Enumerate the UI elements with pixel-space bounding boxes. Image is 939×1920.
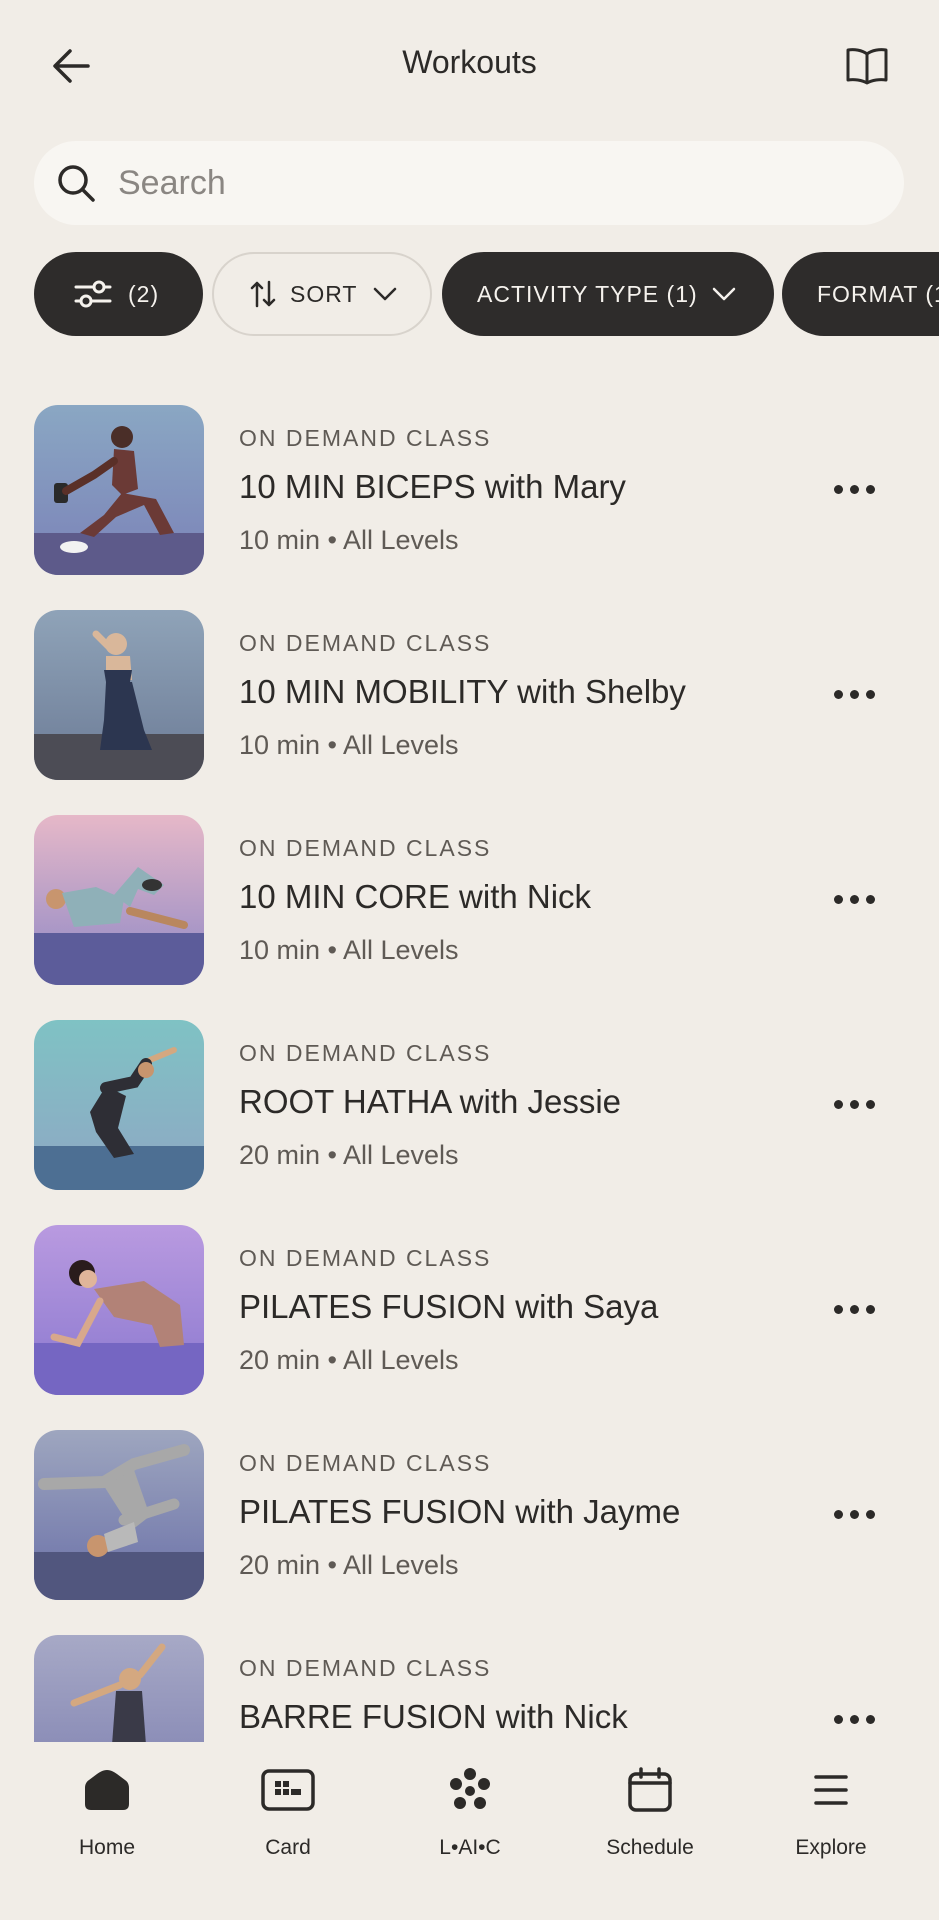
bottom-navigation: Home Card L•AI•C Schedule Explore (0, 1742, 939, 1920)
class-type: ON DEMAND CLASS (239, 1450, 492, 1476)
filter-chips: (2) SORT ACTIVITY TYPE (1) FORMAT (1) (34, 252, 939, 336)
class-type: ON DEMAND CLASS (239, 1040, 492, 1066)
class-type: ON DEMAND CLASS (239, 1245, 492, 1271)
card-icon (260, 1762, 316, 1818)
class-meta: 20 min • All Levels (239, 1140, 459, 1170)
class-thumbnail (34, 405, 204, 575)
nav-card[interactable]: Card (198, 1762, 378, 1882)
class-title: ROOT HATHA with Jessie (239, 1083, 622, 1120)
list-item[interactable]: ON DEMAND CLASS PILATES FUSION with Jaym… (0, 1410, 939, 1615)
page-title: Workouts (402, 44, 537, 80)
list-item[interactable]: ON DEMAND CLASS ROOT HATHA with Jessie 2… (0, 1000, 939, 1205)
laic-dots-icon (442, 1762, 498, 1818)
book-icon (846, 48, 888, 85)
class-meta: 10 min • All Levels (239, 525, 459, 555)
search-input[interactable] (116, 162, 880, 204)
sort-label: SORT (290, 280, 358, 307)
class-thumbnail (34, 1225, 204, 1395)
more-options-button[interactable] (820, 1076, 888, 1132)
more-options-button[interactable] (820, 461, 888, 517)
chevron-down-icon (712, 287, 735, 301)
nav-label: Card (265, 1836, 311, 1859)
class-meta: 10 min • All Levels (239, 730, 459, 760)
class-type: ON DEMAND CLASS (239, 1655, 492, 1681)
class-meta: 20 min • All Levels (239, 1345, 459, 1375)
more-options-button[interactable] (820, 1691, 888, 1742)
nav-label: Schedule (606, 1836, 694, 1859)
list-item[interactable]: ON DEMAND CLASS 10 MIN BICEPS with Mary … (0, 385, 939, 590)
class-title: 10 MIN MOBILITY with Shelby (239, 673, 686, 710)
format-label: FORMAT (1) (817, 280, 939, 307)
workout-list: ON DEMAND CLASS 10 MIN BICEPS with Mary … (0, 385, 939, 1742)
class-title: PILATES FUSION with Saya (239, 1288, 659, 1325)
nav-explore[interactable]: Explore (741, 1762, 921, 1882)
library-button[interactable] (835, 34, 899, 98)
filters-button[interactable]: (2) (34, 252, 203, 336)
class-meta: 10 min • All Levels (239, 935, 459, 965)
chevron-down-icon (374, 287, 397, 301)
class-title: PILATES FUSION with Jayme (239, 1493, 681, 1530)
class-title: 10 MIN BICEPS with Mary (239, 468, 626, 505)
class-title: 10 MIN CORE with Nick (239, 878, 592, 915)
nav-label: L•AI•C (439, 1836, 501, 1859)
format-filter[interactable]: FORMAT (1) (782, 252, 939, 336)
class-type: ON DEMAND CLASS (239, 835, 492, 861)
nav-schedule[interactable]: Schedule (560, 1762, 740, 1882)
more-options-button[interactable] (820, 1486, 888, 1542)
list-item[interactable]: ON DEMAND CLASS 10 MIN MOBILITY with She… (0, 590, 939, 795)
class-meta: 20 min • All Levels (239, 1550, 459, 1580)
activity-type-filter[interactable]: ACTIVITY TYPE (1) (442, 252, 774, 336)
class-title: BARRE FUSION with Nick (239, 1698, 628, 1735)
search-icon (56, 163, 96, 203)
class-thumbnail (34, 1635, 204, 1742)
more-options-button[interactable] (820, 1281, 888, 1337)
class-type: ON DEMAND CLASS (239, 425, 492, 451)
nav-label: Home (78, 1836, 136, 1859)
sort-button[interactable]: SORT (212, 252, 432, 336)
sort-arrows-icon (250, 280, 276, 308)
class-thumbnail (34, 1430, 204, 1600)
more-options-button[interactable] (820, 871, 888, 927)
header: Workouts (0, 0, 939, 130)
search-bar[interactable] (34, 141, 904, 225)
filters-count: (2) (128, 280, 160, 307)
list-item[interactable]: ON DEMAND CLASS 10 MIN CORE with Nick 10… (0, 795, 939, 1000)
class-thumbnail (34, 1020, 204, 1190)
nav-label: Explore (795, 1836, 867, 1859)
list-item[interactable]: ON DEMAND CLASS PILATES FUSION with Saya… (0, 1205, 939, 1410)
menu-icon (803, 1762, 859, 1818)
class-thumbnail (34, 610, 204, 780)
calendar-icon (622, 1762, 678, 1818)
activity-type-label: ACTIVITY TYPE (1) (477, 280, 698, 307)
home-icon (79, 1762, 135, 1818)
list-item[interactable]: ON DEMAND CLASS BARRE FUSION with Nick (0, 1615, 939, 1742)
more-options-button[interactable] (820, 666, 888, 722)
class-thumbnail (34, 815, 204, 985)
nav-laic[interactable]: L•AI•C (380, 1762, 560, 1882)
nav-home[interactable]: Home (17, 1762, 197, 1882)
sliders-icon (74, 280, 112, 308)
class-type: ON DEMAND CLASS (239, 630, 492, 656)
